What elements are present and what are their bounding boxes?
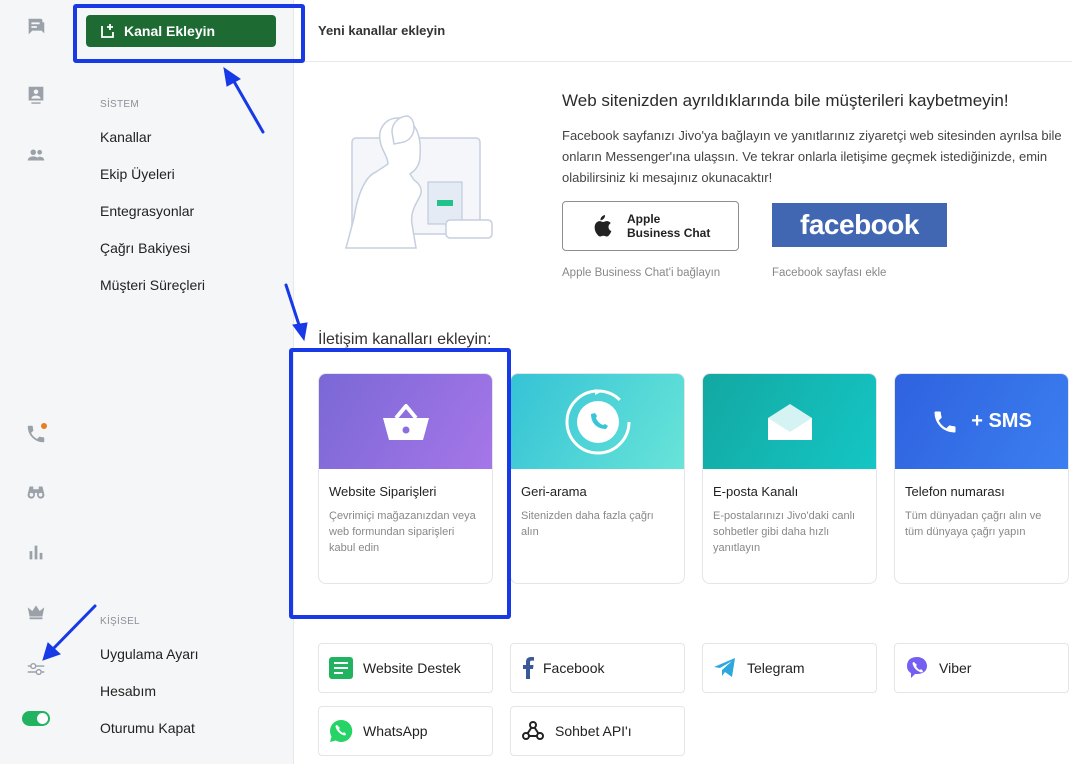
annotation-arrows: [42, 66, 308, 661]
